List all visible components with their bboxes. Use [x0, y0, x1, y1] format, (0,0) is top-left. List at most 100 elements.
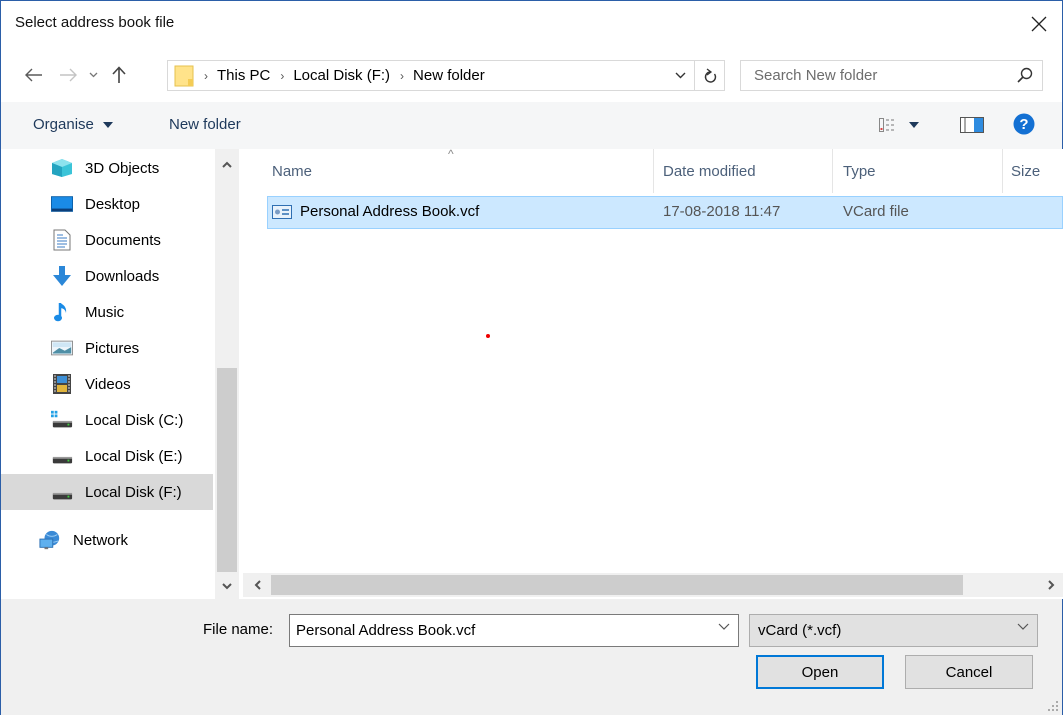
search-icon [1017, 67, 1033, 83]
file-list-view: ^ Name Date modified Type Size Personal … [243, 147, 1063, 599]
chevron-down-icon [89, 72, 97, 78]
dropdown-triangle-icon [103, 122, 114, 129]
column-header-name[interactable]: Name [272, 149, 312, 193]
preview-pane-icon [960, 117, 984, 133]
recent-locations-button[interactable] [84, 58, 102, 92]
view-options-icon [879, 118, 894, 132]
documents-icon [51, 229, 73, 251]
sidebar-vertical-scrollbar[interactable] [215, 149, 239, 599]
desktop-icon [51, 193, 73, 215]
svg-text:?: ? [1019, 116, 1028, 133]
sort-ascending-icon: ^ [448, 147, 454, 161]
new-folder-button[interactable]: New folder [169, 116, 241, 133]
scroll-right-button[interactable] [1039, 573, 1063, 597]
sidebar-item-local-disk-e[interactable]: Local Disk (E:) [1, 438, 213, 474]
sidebar-item-videos[interactable]: Videos [1, 366, 213, 402]
sidebar-item-pictures[interactable]: Pictures [1, 330, 213, 366]
chevron-up-icon [222, 161, 232, 168]
file-type-value: vCard (*.vcf) [758, 622, 842, 639]
column-header-size[interactable]: Size [1011, 149, 1040, 193]
close-button[interactable] [1024, 9, 1054, 39]
close-icon [1031, 16, 1047, 32]
music-icon [51, 301, 73, 323]
sidebar-item-local-disk-f[interactable]: Local Disk (F:) [1, 474, 213, 510]
column-header-date-modified[interactable]: Date modified [663, 149, 756, 193]
organise-button[interactable]: Organise [33, 116, 114, 133]
videos-icon [51, 373, 73, 395]
address-bar[interactable]: › This PC › Local Disk (F:) › New folder [167, 60, 725, 91]
navigation-pane: 3D Objects Desktop Documents Downloads M… [1, 149, 239, 599]
address-history-dropdown[interactable] [668, 61, 692, 90]
search-input[interactable] [741, 61, 1001, 90]
organise-label: Organise [33, 116, 94, 133]
help-icon: ? [1013, 113, 1035, 135]
chevron-down-icon [222, 582, 232, 589]
scrollbar-thumb[interactable] [271, 575, 963, 595]
up-button[interactable] [107, 58, 131, 92]
refresh-button[interactable] [694, 61, 724, 90]
resize-grip-icon[interactable] [1048, 701, 1058, 711]
file-name-label: File name: [203, 621, 274, 638]
navigation-bar: › This PC › Local Disk (F:) › New folder [1, 58, 1062, 92]
downloads-icon [51, 265, 73, 287]
open-button[interactable]: Open [756, 655, 884, 689]
refresh-icon [704, 67, 716, 83]
network-icon [39, 529, 61, 551]
column-header-type[interactable]: Type [843, 149, 876, 193]
file-type-select[interactable]: vCard (*.vcf) [749, 614, 1038, 647]
forward-button[interactable] [55, 58, 81, 92]
sidebar-item-local-disk-c[interactable]: Local Disk (C:) [1, 402, 213, 438]
help-button[interactable]: ? [1013, 113, 1035, 135]
sidebar-item-music[interactable]: Music [1, 294, 213, 330]
breadcrumb-separator-icon: › [400, 68, 405, 83]
vcard-icon [272, 205, 292, 223]
sidebar-item-network[interactable]: Network [1, 522, 213, 558]
dropdown-triangle-icon [909, 122, 919, 128]
sidebar-item-downloads[interactable]: Downloads [1, 258, 213, 294]
folder-icon [174, 65, 194, 86]
file-row[interactable]: Personal Address Book.vcf 17-08-2018 11:… [267, 196, 1063, 229]
breadcrumb-local-disk-f[interactable]: Local Disk (F:) [293, 67, 390, 84]
drive-icon [51, 445, 73, 467]
file-open-dialog: Select address book file › This PC › Loc… [0, 0, 1063, 715]
scrollbar-thumb[interactable] [217, 368, 237, 572]
forward-arrow-icon [60, 68, 77, 82]
title-bar: Select address book file [1, 1, 1062, 49]
column-divider[interactable] [832, 149, 833, 193]
sidebar-item-3d-objects[interactable]: 3D Objects [1, 150, 213, 186]
pictures-icon [51, 337, 73, 359]
cursor-marker [486, 334, 490, 338]
breadcrumb-new-folder[interactable]: New folder [413, 67, 485, 84]
sidebar-item-documents[interactable]: Documents [1, 222, 213, 258]
breadcrumb-this-pc[interactable]: This PC [217, 67, 270, 84]
chevron-down-icon [1017, 623, 1029, 630]
breadcrumb-separator-icon: › [280, 68, 285, 83]
search-box[interactable] [740, 60, 1043, 91]
column-divider[interactable] [653, 149, 654, 193]
file-name-combobox[interactable] [289, 614, 739, 647]
view-options-button[interactable] [879, 118, 919, 132]
column-divider[interactable] [1002, 149, 1003, 193]
file-list-horizontal-scrollbar[interactable] [243, 573, 1063, 597]
cancel-button[interactable]: Cancel [905, 655, 1033, 689]
up-arrow-icon [112, 66, 126, 83]
drive-icon [51, 481, 73, 503]
back-arrow-icon [25, 68, 42, 82]
sidebar-item-desktop[interactable]: Desktop [1, 186, 213, 222]
dialog-title: Select address book file [15, 14, 175, 31]
scroll-up-button[interactable] [215, 153, 239, 175]
chevron-down-icon[interactable] [718, 623, 730, 631]
back-button[interactable] [21, 58, 47, 92]
file-type: VCard file [843, 203, 909, 220]
preview-pane-button[interactable] [960, 117, 984, 133]
file-name-input[interactable] [290, 615, 700, 646]
chevron-down-icon [675, 72, 685, 79]
3d-objects-icon [51, 157, 73, 179]
system-drive-icon [51, 409, 73, 431]
file-date-modified: 17-08-2018 11:47 [663, 203, 781, 220]
scroll-left-button[interactable] [245, 573, 269, 597]
command-toolbar: Organise New folder ? [1, 102, 1062, 149]
dialog-footer: File name: vCard (*.vcf) Open Cancel [1, 599, 1062, 715]
scroll-down-button[interactable] [215, 575, 239, 597]
breadcrumb-separator-icon: › [204, 68, 208, 83]
